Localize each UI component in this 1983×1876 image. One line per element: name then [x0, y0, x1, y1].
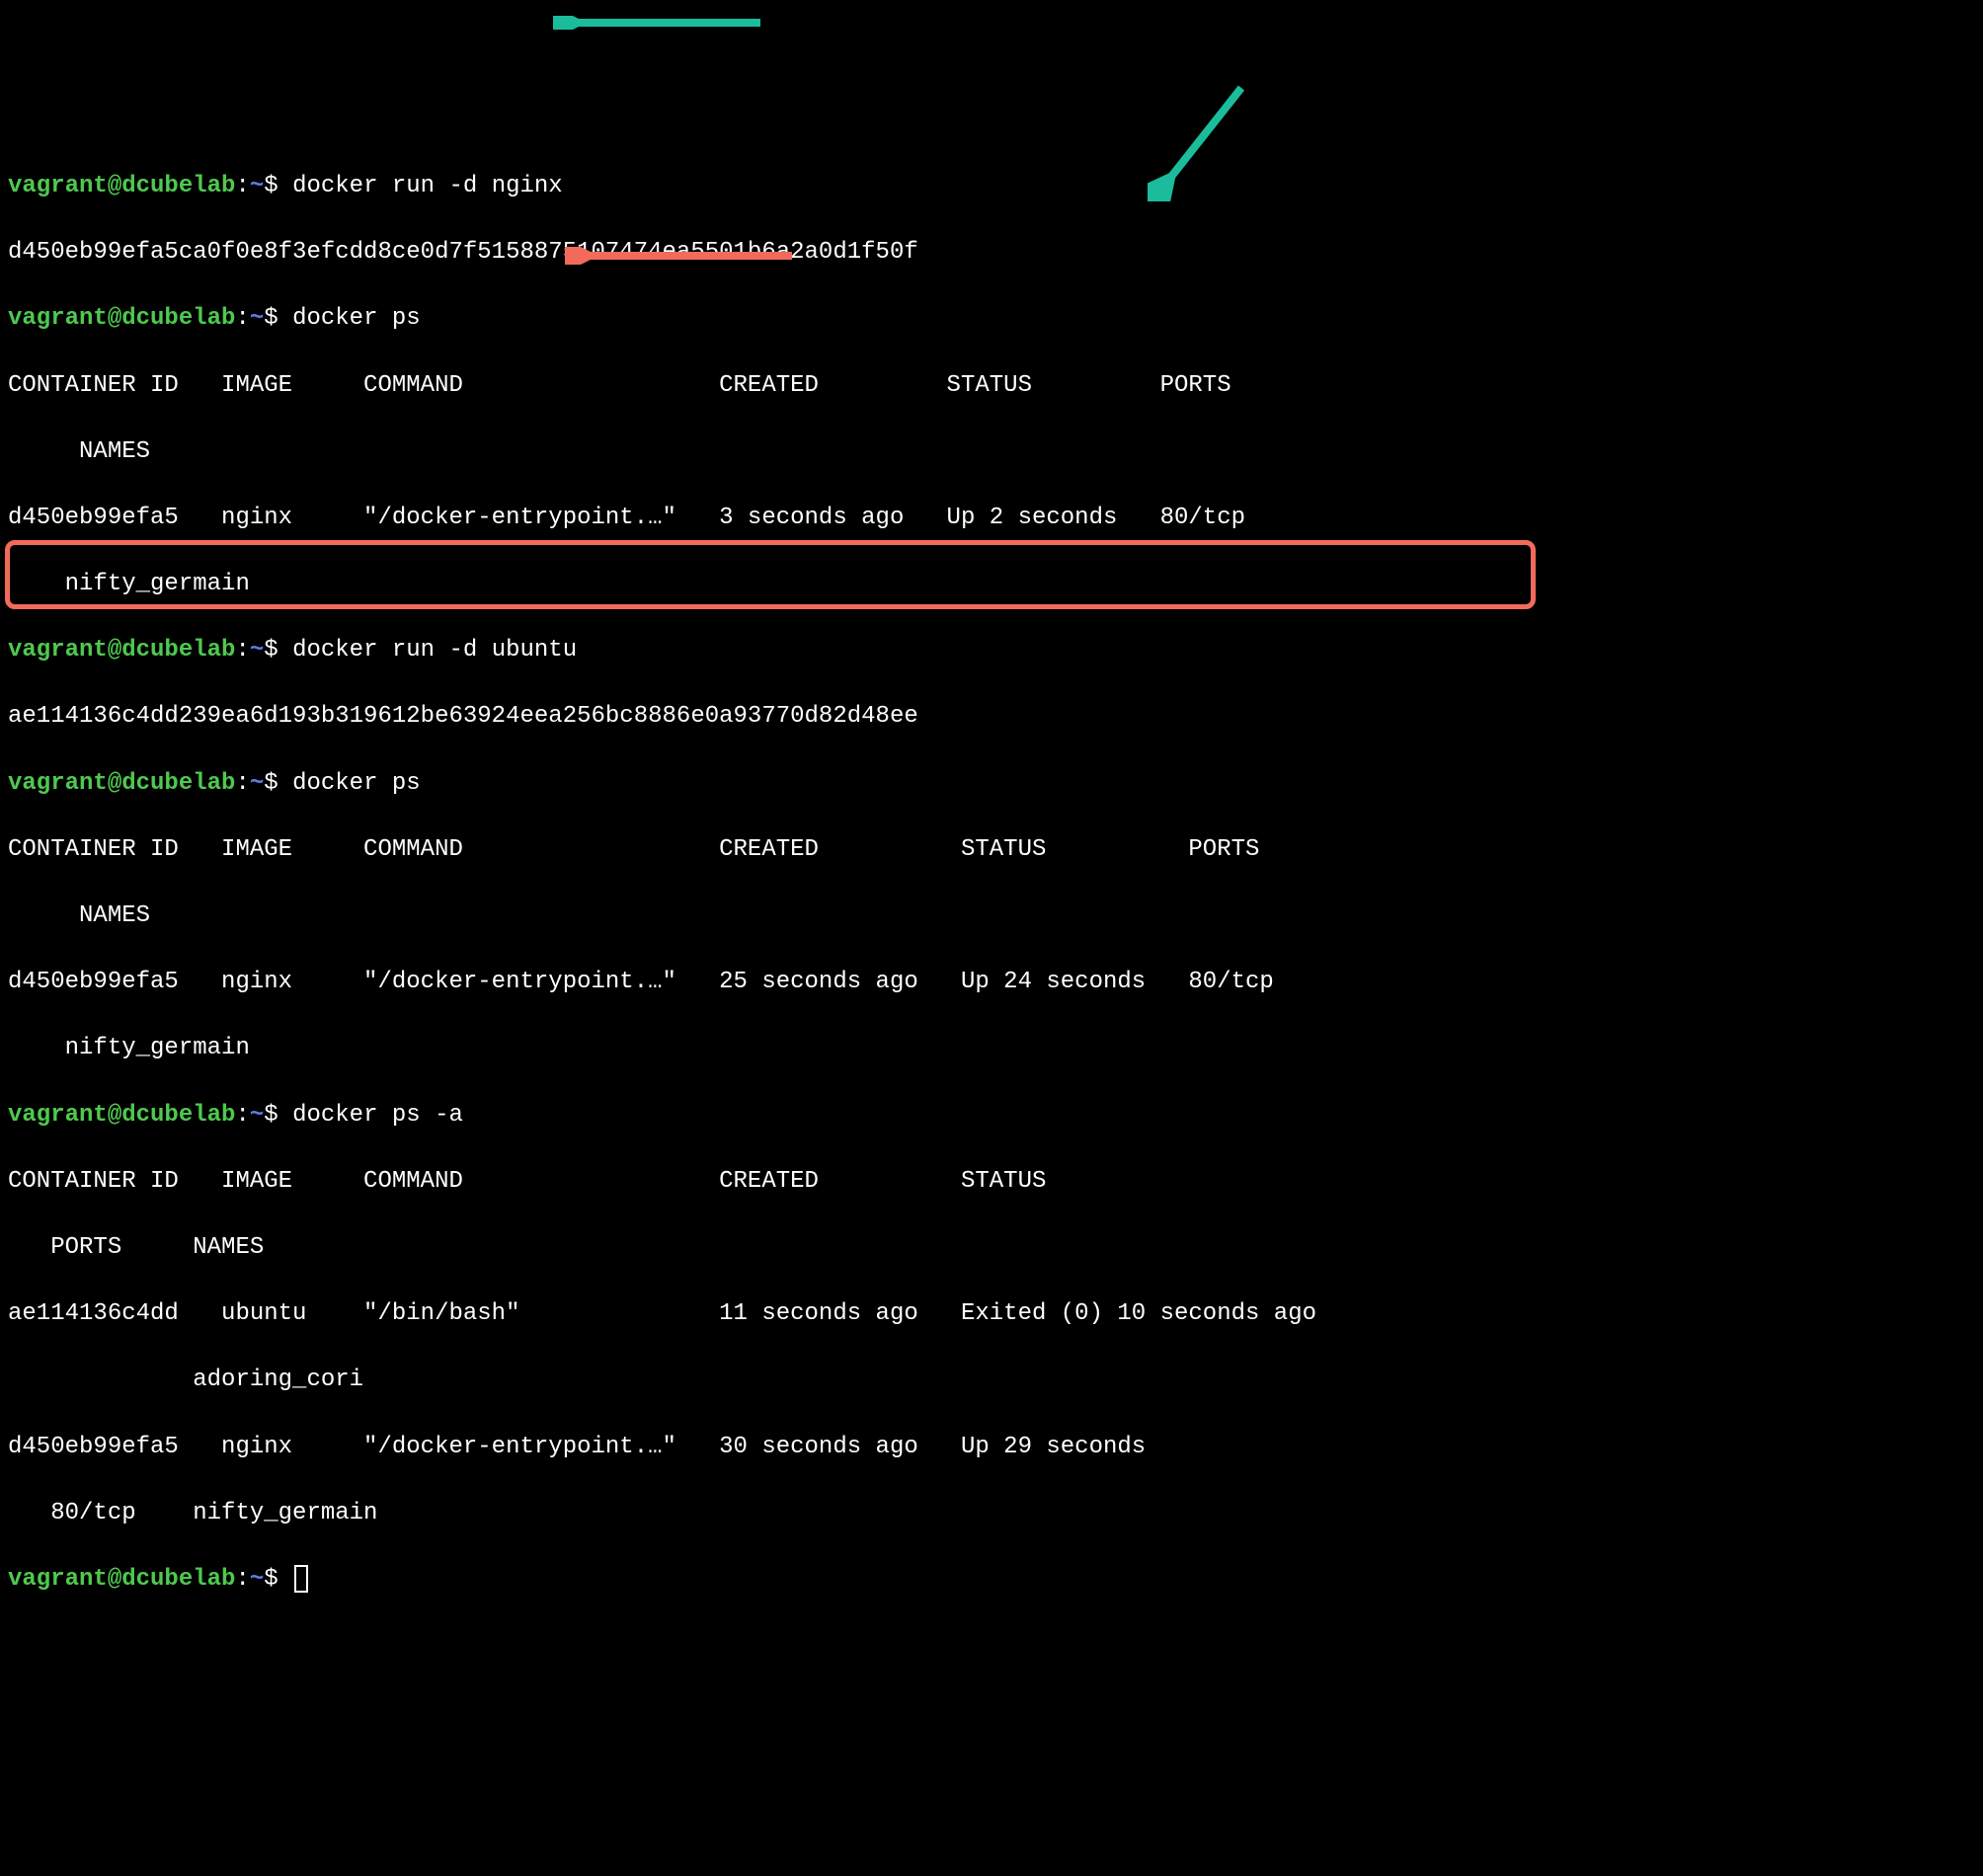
command-run-ubuntu: docker run -d ubuntu — [292, 637, 577, 664]
ps3-row-ubuntu-2: adoring_cori — [8, 1364, 1975, 1397]
terminal[interactable]: vagrant@dcubelab:~$ docker run -d nginx … — [8, 136, 1975, 1629]
ps2-row-2: nifty_germain — [8, 1032, 1975, 1065]
ps3-row-nginx-2: 80/tcp nifty_germain — [8, 1497, 1975, 1530]
command-docker-ps-2: docker ps — [292, 770, 421, 797]
command-docker-ps-a: docker ps -a — [292, 1102, 463, 1129]
ps2-header-2: NAMES — [8, 899, 1975, 933]
ps1-row-1: d450eb99efa5 nginx "/docker-entrypoint.…… — [8, 502, 1975, 535]
prompt-line-5[interactable]: vagrant@dcubelab:~$ docker ps -a — [8, 1099, 1975, 1133]
prompt-line-3[interactable]: vagrant@dcubelab:~$ docker run -d ubuntu — [8, 634, 1975, 667]
ps3-row-nginx-1: d450eb99efa5 nginx "/docker-entrypoint.…… — [8, 1431, 1975, 1464]
ps2-row-1: d450eb99efa5 nginx "/docker-entrypoint.…… — [8, 966, 1975, 999]
ps1-header-1: CONTAINER ID IMAGE COMMAND CREATED STATU… — [8, 369, 1975, 403]
command-docker-ps-1: docker ps — [292, 305, 421, 332]
ps1-header-2: NAMES — [8, 435, 1975, 469]
output-ubuntu-hash: ae114136c4dd239ea6d193b319612be63924eea2… — [8, 700, 1975, 734]
ps3-header-2: PORTS NAMES — [8, 1231, 1975, 1265]
ps1-row-2: nifty_germain — [8, 568, 1975, 601]
prompt-user: vagrant@dcubelab — [8, 173, 235, 199]
command-run-nginx: docker run -d nginx — [292, 173, 563, 199]
prompt-line-4[interactable]: vagrant@dcubelab:~$ docker ps — [8, 767, 1975, 801]
output-nginx-hash: d450eb99efa5ca0f0e8f3efcdd8ce0d7f5158875… — [8, 236, 1975, 270]
ps2-header-1: CONTAINER ID IMAGE COMMAND CREATED STATU… — [8, 833, 1975, 867]
ps3-header-1: CONTAINER ID IMAGE COMMAND CREATED STATU… — [8, 1165, 1975, 1199]
prompt-path: ~ — [250, 173, 264, 199]
prompt-dollar: $ — [264, 173, 278, 199]
prompt-line-2[interactable]: vagrant@dcubelab:~$ docker ps — [8, 302, 1975, 336]
prompt-line-1[interactable]: vagrant@dcubelab:~$ docker run -d nginx — [8, 170, 1975, 203]
cursor[interactable] — [294, 1565, 308, 1593]
ps3-row-ubuntu-1: ae114136c4dd ubuntu "/bin/bash" 11 secon… — [8, 1297, 1975, 1331]
annotation-arrow-teal-nginx — [553, 16, 760, 30]
prompt-line-6[interactable]: vagrant@dcubelab:~$ — [8, 1563, 1975, 1597]
prompt-colon: : — [235, 173, 249, 199]
